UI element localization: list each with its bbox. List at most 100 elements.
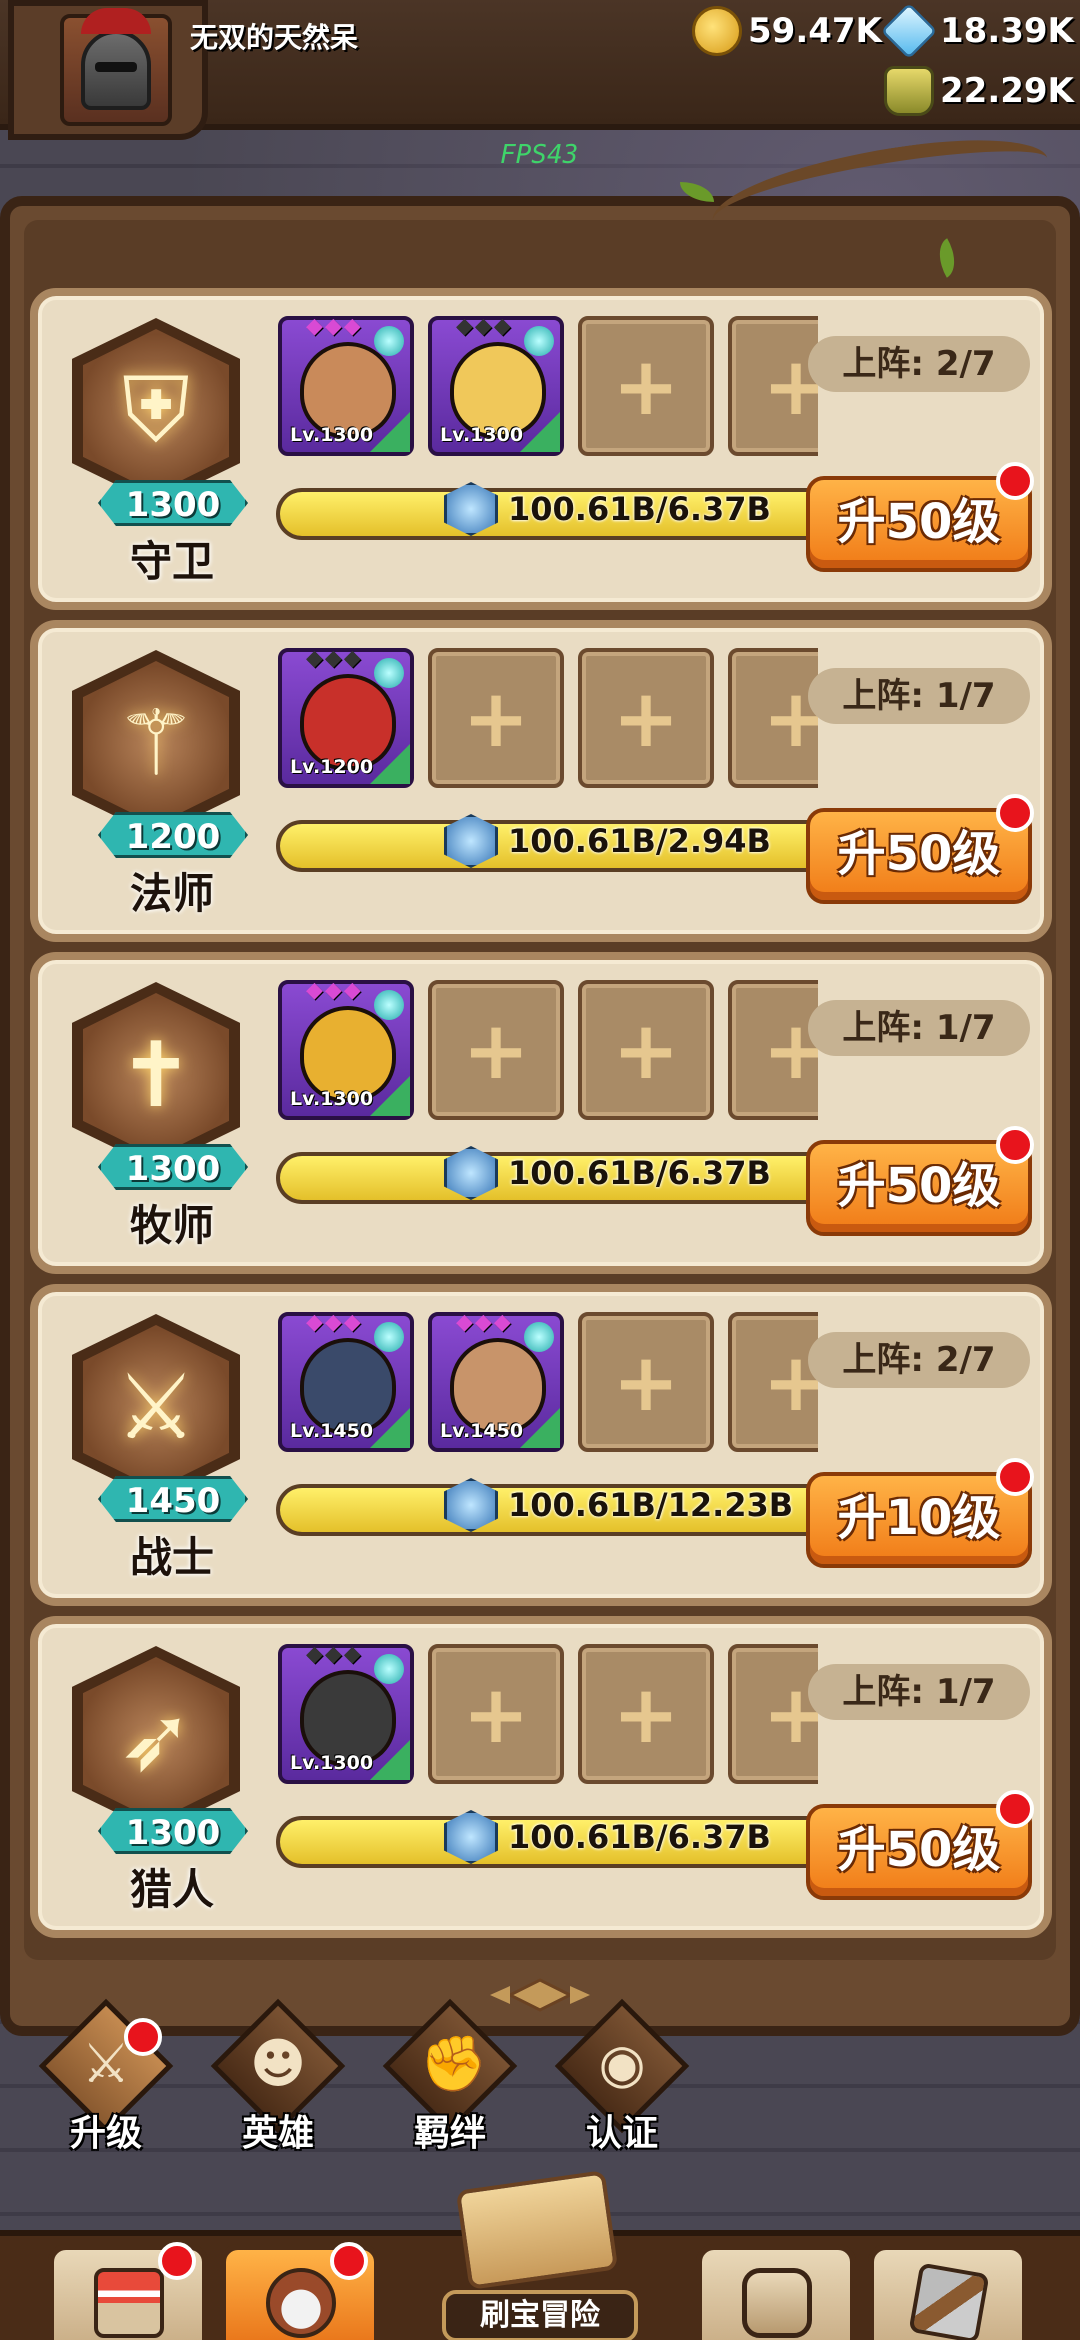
progress-text: 100.61B/6.37B	[508, 1818, 771, 1856]
empty-hero-slot[interactable]: +	[578, 316, 714, 456]
empty-hero-slot[interactable]: +	[428, 648, 564, 788]
hero-portrait-icon	[266, 2268, 336, 2338]
empty-hero-slot[interactable]: +	[428, 980, 564, 1120]
notification-badge	[124, 2018, 162, 2056]
plus-icon: +	[612, 339, 680, 433]
class-badge: ➶	[72, 1646, 240, 1832]
deploy-count: 上阵: 1/7	[808, 1664, 1030, 1720]
hammer-icon	[908, 2262, 990, 2340]
nav-heroes[interactable]	[220, 2242, 380, 2340]
empty-hero-slot[interactable]: +	[728, 1312, 818, 1452]
deploy-count: 上阵: 2/7	[808, 1332, 1030, 1388]
class-badge: ⚚	[72, 650, 240, 836]
class-badge: ⛨	[72, 318, 240, 504]
empty-hero-slot[interactable]: +	[578, 648, 714, 788]
subtab-label: 认证	[585, 2113, 658, 2154]
subtab-label: 英雄	[241, 2113, 314, 2154]
player-avatar[interactable]	[60, 8, 172, 126]
player-name: 无双的天然呆	[190, 21, 359, 54]
hero-slot[interactable]: ◆◆◆ Lv.1450	[428, 1312, 564, 1452]
empty-hero-slot[interactable]: +	[578, 1644, 714, 1784]
empty-hero-slot[interactable]: +	[428, 1644, 564, 1784]
class-name: 法师	[129, 869, 214, 918]
hero-stars: ◆◆◆	[456, 316, 513, 339]
nav-shop[interactable]	[48, 2242, 208, 2340]
hero-slots: ◆◆◆ Lv.1300 + + +	[278, 1644, 818, 1788]
treasure-map-icon	[455, 2170, 619, 2290]
hero-slot[interactable]: ◆◆◆ Lv.1300	[278, 316, 414, 456]
hero-stars: ◆◆◆	[306, 980, 363, 1003]
subtab-label: 羁绊	[413, 2113, 486, 2154]
class-card: ➶ 1300 猎人 ◆◆◆ Lv.1300 + + + 上阵: 1/7 100.61…	[30, 1616, 1052, 1938]
plus-icon: +	[612, 1003, 680, 1097]
hero-slot[interactable]: ◆◆◆ Lv.1300	[278, 1644, 414, 1784]
progress-text: 100.61B/2.94B	[508, 822, 771, 860]
class-card: ⛨ 1300 守卫 ◆◆◆ Lv.1300 ◆◆◆ Lv.1300 + + 上阵:…	[30, 288, 1052, 610]
class-badge-frame: ✝	[72, 982, 240, 1168]
hero-slot[interactable]: ◆◆◆ Lv.1450	[278, 1312, 414, 1452]
class-level: 1300	[98, 1144, 248, 1190]
gem-icon	[880, 2, 938, 60]
element-icon	[374, 1322, 404, 1352]
hero-level: Lv.1300	[290, 1088, 374, 1110]
subtab-2[interactable]: ☻ 英雄	[208, 1998, 348, 2158]
staff-icon: ⚚	[83, 661, 229, 825]
subtab-3[interactable]: ✊ 羁绊	[380, 1998, 520, 2158]
potion-amount: 22.29K	[940, 71, 1074, 111]
element-icon	[374, 658, 404, 688]
backpack-icon	[742, 2268, 812, 2338]
hero-stars: ◆◆◆	[456, 1312, 513, 1335]
hero-stars: ◆◆◆	[306, 316, 363, 339]
notification-badge	[996, 462, 1034, 500]
empty-hero-slot[interactable]: +	[728, 648, 818, 788]
hero-slot[interactable]: ◆◆◆ Lv.1200	[278, 648, 414, 788]
hero-slot[interactable]: ◆◆◆ Lv.1300	[428, 316, 564, 456]
potion-currency[interactable]: 22.29K	[884, 66, 1074, 116]
hero-slots: ◆◆◆ Lv.1300 + + +	[278, 980, 818, 1124]
subtab-4[interactable]: ◉ 认证	[552, 1998, 692, 2158]
class-level: 1300	[98, 1808, 248, 1854]
plus-icon: +	[612, 1667, 680, 1761]
class-badge-frame: ➶	[72, 1646, 240, 1832]
hero-stars: ◆◆◆	[306, 1644, 363, 1667]
deploy-count: 上阵: 1/7	[808, 1000, 1030, 1056]
empty-hero-slot[interactable]: +	[728, 316, 818, 456]
gold-currency[interactable]: 59.47K	[692, 6, 882, 56]
hero-slots: ◆◆◆ Lv.1300 ◆◆◆ Lv.1300 + +	[278, 316, 818, 460]
subtab-label: 升级	[69, 2113, 142, 2154]
class-badge: ✝	[72, 982, 240, 1168]
notification-badge	[996, 1790, 1034, 1828]
hero-level: Lv.1300	[440, 424, 524, 446]
subtab-1[interactable]: ⚔ 升级	[36, 1998, 176, 2158]
class-badge-frame: ⚚	[72, 650, 240, 836]
shield-icon: ⛨	[83, 329, 229, 493]
shop-icon	[94, 2268, 164, 2338]
empty-hero-slot[interactable]: +	[578, 980, 714, 1120]
plus-icon: +	[612, 1335, 680, 1429]
empty-hero-slot[interactable]: +	[728, 1644, 818, 1784]
nav-adventure[interactable]: 刷宝冒险	[392, 2170, 688, 2340]
class-card: ⚔ 1450 战士 ◆◆◆ Lv.1450 ◆◆◆ Lv.1450 + + 上阵:…	[30, 1284, 1052, 1606]
class-name: 守卫	[129, 537, 214, 586]
hero-slot[interactable]: ◆◆◆ Lv.1300	[278, 980, 414, 1120]
eye-icon: ◉	[598, 2032, 646, 2095]
class-card: ⚚ 1200 法师 ◆◆◆ Lv.1200 + + + 上阵: 1/7 100.61…	[30, 620, 1052, 942]
empty-hero-slot[interactable]: +	[578, 1312, 714, 1452]
avatar-frame	[8, 0, 208, 140]
nav-forge[interactable]	[868, 2244, 1028, 2340]
element-icon	[374, 1654, 404, 1684]
class-badge-frame: ⛨	[72, 318, 240, 504]
class-level: 1450	[98, 1476, 248, 1522]
class-badge: ⚔	[72, 1314, 240, 1500]
empty-hero-slot[interactable]: +	[728, 980, 818, 1120]
divider-ornament	[470, 1978, 610, 2012]
nav-backpack[interactable]	[696, 2244, 856, 2340]
class-name: 战士	[129, 1533, 214, 1582]
class-name: 猎人	[129, 1865, 214, 1914]
plus-icon: +	[462, 1667, 530, 1761]
deploy-count: 上阵: 2/7	[808, 336, 1030, 392]
gem-currency[interactable]: 18.39K	[880, 2, 1074, 60]
hero-level: Lv.1450	[290, 1420, 374, 1442]
hero-level: Lv.1300	[290, 1752, 374, 1774]
element-icon	[524, 1322, 554, 1352]
